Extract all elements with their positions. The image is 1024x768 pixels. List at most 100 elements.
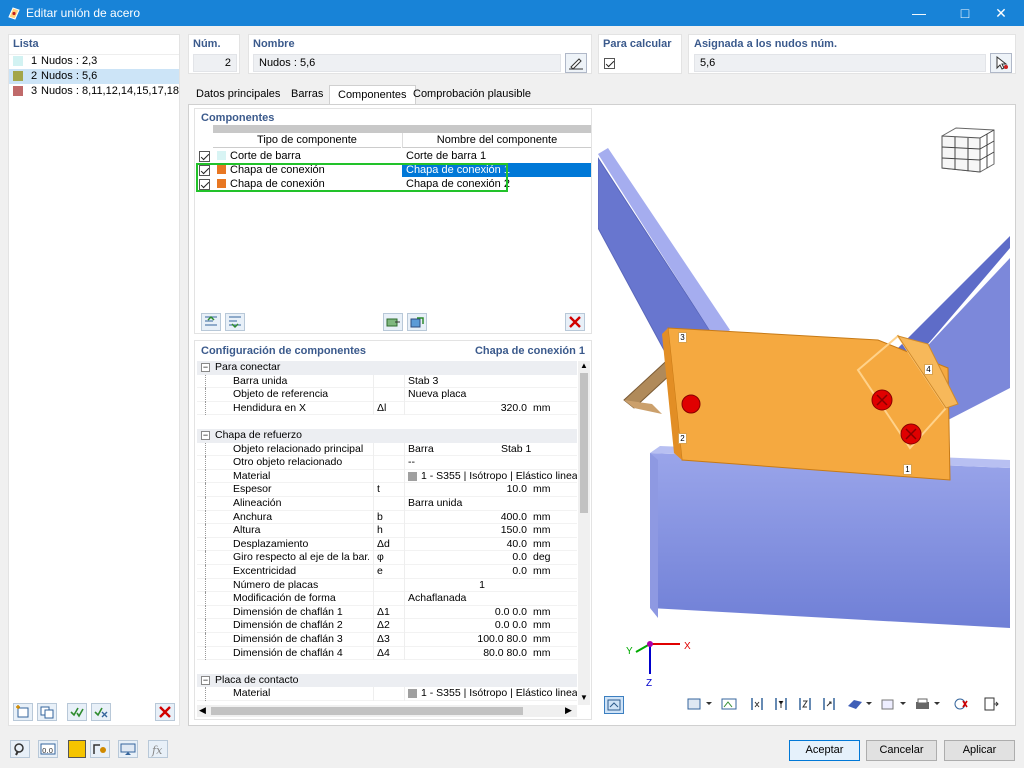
delete-component-button[interactable] <box>565 313 585 331</box>
minimize-button[interactable]: — <box>896 0 942 26</box>
units-button[interactable]: 0.0 <box>38 740 58 758</box>
transparency-button[interactable] <box>880 696 906 714</box>
tab-comprobacion-plausible[interactable]: Comprobación plausible <box>405 85 539 104</box>
tab-datos-principales[interactable]: Datos principales <box>188 85 288 104</box>
hscroll-thumb[interactable] <box>211 707 523 715</box>
config-section-header[interactable]: − Para conectar <box>197 361 577 375</box>
library-component-button[interactable] <box>407 313 427 331</box>
close-window-button[interactable]: ✕ <box>978 0 1024 26</box>
config-value-cell[interactable]: 320.0 mm <box>404 401 577 416</box>
config-value-cell[interactable]: Barra unida <box>404 497 577 511</box>
config-value-cell[interactable]: 80.0 80.0 mm <box>404 646 577 661</box>
list-item[interactable]: 1 Nudos : 2,3 <box>9 54 179 69</box>
col-header-type[interactable]: Tipo de componente <box>213 133 401 148</box>
calc-checkbox[interactable] <box>604 57 615 69</box>
config-value-cell[interactable]: Barra Stab 1 <box>404 442 577 457</box>
display-options-button[interactable] <box>686 696 712 714</box>
joint-3d-model[interactable] <box>598 108 1010 718</box>
collapse-icon[interactable]: − <box>201 675 210 685</box>
config-value-cell[interactable]: Stab 3 <box>404 374 577 389</box>
component-row[interactable]: Corte de barra Corte de barra 1 <box>195 149 591 163</box>
edit-name-button[interactable] <box>565 53 587 73</box>
config-row[interactable]: Desplazamiento Δd 40.0 mm <box>197 537 577 552</box>
config-value-cell[interactable]: 40.0 mm <box>404 537 577 552</box>
config-row[interactable]: Dimensión de chaflán 1 Δ1 0.0 0.0 mm <box>197 605 577 620</box>
config-row[interactable]: Excentricidad e 0.0 mm <box>197 565 577 579</box>
config-value-cell[interactable]: 0.0 0.0 mm <box>404 605 577 620</box>
config-value-cell[interactable]: -- <box>404 456 577 470</box>
name-field[interactable]: Nudos : 5,6 <box>253 54 561 72</box>
list-item[interactable]: 3 Nudos : 8,11,12,14,15,17,18 <box>9 84 179 99</box>
config-row[interactable]: Material 1 - S355 | Isótropo | Elástico l… <box>197 469 577 484</box>
cancel-button[interactable]: Cancelar <box>866 740 937 761</box>
config-value-cell[interactable]: 0.0 mm <box>404 565 577 579</box>
config-value-cell[interactable]: 10.0 mm <box>404 483 577 497</box>
config-row[interactable]: Alineación Barra unida <box>197 497 577 511</box>
config-section-header[interactable]: − Placa de contacto <box>197 673 577 688</box>
screenshot-button[interactable] <box>720 696 740 714</box>
assigned-nodes-field[interactable]: 5,6 <box>694 54 986 72</box>
config-value-cell[interactable]: 1 - S355 | Isótropo | Elástico lineal <box>404 469 577 484</box>
scroll-thumb[interactable] <box>580 373 588 513</box>
delete-joint-button[interactable] <box>155 703 175 721</box>
config-value-cell[interactable]: 400.0 mm <box>404 510 577 525</box>
list-item-selected[interactable]: 2 Nudos : 5,6 <box>9 69 179 84</box>
config-row[interactable]: Altura h 150.0 mm <box>197 524 577 538</box>
check-all-button[interactable] <box>67 703 87 721</box>
config-section-header[interactable]: − Chapa de refuerzo <box>197 429 577 443</box>
col-header-name[interactable]: Nombre del componente <box>402 133 591 148</box>
config-value-cell[interactable]: 0.0 deg <box>404 551 577 565</box>
export-view-button[interactable] <box>982 696 1002 714</box>
view-iso-button[interactable] <box>820 696 840 714</box>
config-row[interactable]: Material 1 - S355 | Isótropo | Elástico l… <box>197 687 577 701</box>
collapse-icon[interactable]: − <box>201 363 210 372</box>
config-value-cell[interactable]: 0.0 0.0 mm <box>404 619 577 633</box>
node-button[interactable] <box>90 740 110 758</box>
config-row[interactable]: Objeto de referencia Nueva placa <box>197 388 577 402</box>
tab-barras[interactable]: Barras <box>283 85 331 104</box>
vertical-scrollbar[interactable]: ▲ ▼ <box>578 361 590 705</box>
config-value-cell[interactable]: 100.0 80.0 mm <box>404 633 577 647</box>
config-row[interactable]: Barra unida Stab 3 <box>197 374 577 389</box>
config-row[interactable]: Espesor t 10.0 mm <box>197 483 577 497</box>
collapse-icon[interactable]: − <box>201 431 210 440</box>
render-mode-button[interactable] <box>846 696 872 714</box>
config-row[interactable]: Giro respecto al eje de la bar... φ 0.0 deg <box>197 551 577 565</box>
move-down-button[interactable] <box>225 313 245 331</box>
config-value-cell[interactable]: 1 <box>404 578 577 593</box>
config-row[interactable]: Número de placas 1 <box>197 578 577 593</box>
config-value-cell[interactable]: Achaflanada <box>404 592 577 606</box>
config-value-cell[interactable]: 150.0 mm <box>404 524 577 538</box>
config-value-cell[interactable]: 1 - S355 | Isótropo | Elástico lineal <box>404 687 577 701</box>
reset-view-button[interactable] <box>952 696 972 714</box>
apply-button[interactable]: Aplicar <box>944 740 1015 761</box>
view-x-button[interactable] <box>748 696 768 714</box>
config-row[interactable]: Objeto relacionado principal Barra Stab 1 <box>197 442 577 457</box>
3d-viewport[interactable]: X Y Z 1 2 3 4 <box>598 108 1010 718</box>
config-row[interactable]: Modificación de forma Achaflanada <box>197 592 577 606</box>
config-row[interactable]: Otro objeto relacionado -- <box>197 456 577 470</box>
tab-componentes[interactable]: Componentes <box>329 85 416 106</box>
config-row[interactable]: Dimensión de chaflán 4 Δ4 80.0 80.0 mm <box>197 646 577 661</box>
import-component-button[interactable] <box>383 313 403 331</box>
horizontal-scrollbar[interactable]: ◀ ▶ <box>197 705 577 717</box>
search-button[interactable] <box>10 740 30 758</box>
accept-button[interactable]: Aceptar <box>789 740 860 761</box>
config-value-cell[interactable]: Nueva placa <box>404 388 577 402</box>
config-row[interactable]: Anchura b 400.0 mm <box>197 510 577 525</box>
view-button[interactable] <box>118 740 138 758</box>
navigation-cube[interactable] <box>941 127 995 173</box>
print-button[interactable] <box>914 696 940 714</box>
formula-button[interactable]: fx <box>148 740 168 758</box>
num-field[interactable]: 2 <box>193 54 237 72</box>
config-row[interactable]: Dimensión de chaflán 3 Δ3 100.0 80.0 mm <box>197 633 577 647</box>
view-y-button[interactable] <box>772 696 792 714</box>
uncheck-all-button[interactable] <box>91 703 111 721</box>
new-joint-button[interactable] <box>13 703 33 721</box>
config-row[interactable]: Hendidura en X Δl 320.0 mm <box>197 401 577 416</box>
view-z-button[interactable] <box>796 696 816 714</box>
component-checkbox[interactable] <box>199 150 210 162</box>
move-up-button[interactable] <box>201 313 221 331</box>
pick-nodes-button[interactable] <box>990 53 1012 73</box>
color-button[interactable] <box>68 740 86 758</box>
